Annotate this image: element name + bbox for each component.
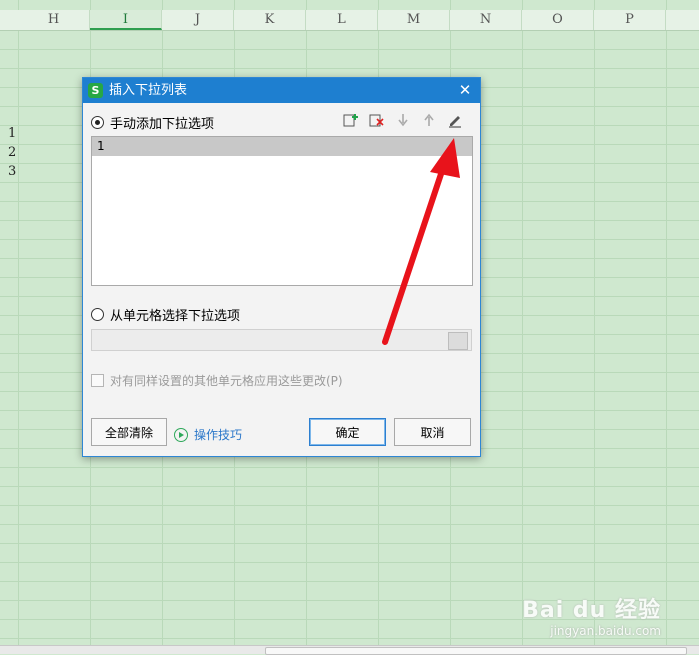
watermark-url: jingyan.baidu.com	[550, 624, 661, 638]
column-header-bar: H I J K L M N O P	[0, 10, 699, 31]
wps-sheet-icon: S	[88, 83, 103, 98]
column-header-o[interactable]: O	[522, 10, 594, 30]
apply-same-settings-label: 对有同样设置的其他单元格应用这些更改(P)	[110, 374, 343, 388]
move-up-icon[interactable]	[420, 111, 438, 129]
cell-option-row[interactable]: 从单元格选择下拉选项	[91, 305, 240, 324]
column-header-k[interactable]: K	[234, 10, 306, 30]
column-header-h[interactable]: H	[18, 10, 90, 30]
list-item[interactable]: 1	[92, 137, 472, 156]
range-picker-icon[interactable]	[448, 332, 468, 350]
horizontal-scrollbar[interactable]	[0, 645, 699, 655]
tips-label: 操作技巧	[194, 428, 243, 442]
cell-option-label: 从单元格选择下拉选项	[110, 309, 241, 324]
manual-option-row[interactable]: 手动添加下拉选项	[91, 113, 214, 132]
baidu-jingyan-watermark: Bai du 经验 jingyan.baidu.com	[522, 592, 661, 638]
manual-option-label: 手动添加下拉选项	[110, 117, 215, 132]
clear-all-button[interactable]: 全部清除	[91, 418, 167, 446]
column-header-i[interactable]: I	[90, 10, 162, 30]
move-down-icon[interactable]	[394, 111, 412, 129]
close-button[interactable]: ✕	[456, 81, 474, 99]
list-toolbar	[342, 111, 464, 129]
cell-range-input[interactable]	[91, 329, 472, 351]
cell-value-1[interactable]: 1	[8, 126, 16, 141]
watermark-logo: Bai du 经验	[522, 598, 661, 623]
column-header-m[interactable]: M	[378, 10, 450, 30]
apply-same-settings-checkbox[interactable]	[91, 374, 104, 387]
dropdown-options-list[interactable]: 1	[91, 136, 473, 286]
column-header-l[interactable]: L	[306, 10, 378, 30]
tips-link[interactable]: 操作技巧	[174, 426, 242, 443]
play-circle-icon	[174, 427, 188, 442]
insert-dropdown-dialog: S 插入下拉列表 ✕ 手动添加下拉选项 1 从单元格选择下拉选项 对有同样设置的…	[82, 77, 481, 457]
column-header-p[interactable]: P	[594, 10, 666, 30]
dialog-title: 插入下拉列表	[109, 83, 188, 98]
manual-option-radio[interactable]	[91, 116, 104, 129]
column-header-n[interactable]: N	[450, 10, 522, 30]
edit-pencil-icon[interactable]	[446, 111, 464, 129]
apply-same-settings-row[interactable]: 对有同样设置的其他单元格应用这些更改(P)	[91, 372, 343, 389]
delete-item-icon[interactable]	[368, 111, 386, 129]
cell-option-radio[interactable]	[91, 308, 104, 321]
cell-value-3[interactable]: 3	[8, 164, 16, 179]
dialog-titlebar[interactable]: S 插入下拉列表 ✕	[83, 78, 480, 103]
column-header-j[interactable]: J	[162, 10, 234, 30]
cancel-button[interactable]: 取消	[394, 418, 471, 446]
ok-button[interactable]: 确定	[309, 418, 386, 446]
add-item-icon[interactable]	[342, 111, 360, 129]
cell-value-2[interactable]: 2	[8, 145, 16, 160]
